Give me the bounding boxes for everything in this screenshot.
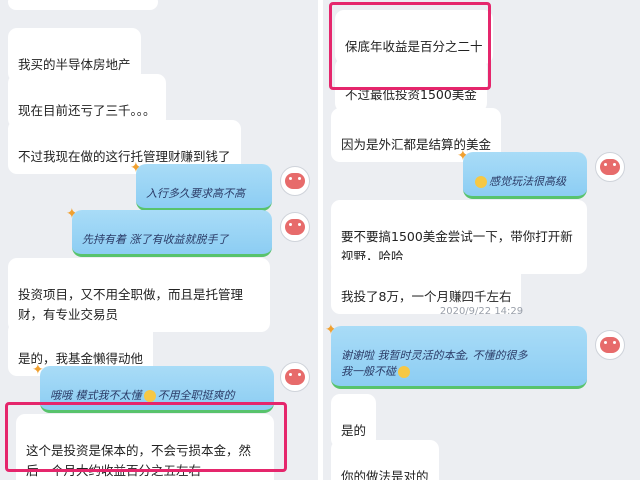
message-text: 要不要搞1500美金尝试一下，带你打开新 视野，哈哈 xyxy=(341,229,573,264)
timestamp: 2020/9/22 14:29 xyxy=(439,306,524,317)
avatar-face-icon xyxy=(285,219,305,235)
message-text: 感觉玩法很高级 xyxy=(489,175,566,188)
self-message-bubble: 谢谢啦 我暂时灵活的本金, 不懂的很多 我一般不碰 xyxy=(331,326,587,389)
message-text: 我投了8万，一个月赚四千左右 xyxy=(341,289,512,304)
avatar-face-icon xyxy=(600,159,620,175)
message-text: 投资项目，又不用全职做，而且是托管理 财，有专业交易员 xyxy=(18,287,244,322)
message-text: 你的做法是对的 xyxy=(341,469,429,480)
avatar-face-icon xyxy=(600,337,620,353)
chat-panel-left: 我买的半导体房地产 现在目前还亏了三千。。。 不过我现在做的这行托管理财赚到钱了… xyxy=(0,0,318,480)
message-bubble: 你的做法是对的 xyxy=(331,440,439,480)
message-text: 谢谢啦 我暂时灵活的本金, 不懂的很多 我一般不碰 xyxy=(341,349,528,378)
message-text: 哦哦 模式我不太懂 xyxy=(50,389,142,402)
message-text: 先持有着 涨了有收益就脱手了 xyxy=(82,233,229,246)
message-bubble-clipped xyxy=(8,0,158,10)
user-avatar[interactable] xyxy=(280,212,310,242)
user-avatar[interactable] xyxy=(280,362,310,392)
user-avatar[interactable] xyxy=(280,166,310,196)
avatar-face-icon xyxy=(285,369,305,385)
self-message-bubble: 感觉玩法很高级 xyxy=(463,152,587,199)
message-text: 不用全职挺爽的 xyxy=(157,389,235,402)
self-message-bubble: 入行多久要求高不高 xyxy=(136,164,272,211)
message-text: 不过我现在做的这行托管理财赚到钱了 xyxy=(18,149,231,164)
laugh-emoji-icon xyxy=(143,390,156,402)
message-bubble: 投资项目，又不用全职做，而且是托管理 财，有专业交易员 xyxy=(8,258,270,332)
message-text: 现在目前还亏了三千。。。 xyxy=(18,103,156,118)
smile-emoji-icon xyxy=(398,366,410,378)
highlight-box xyxy=(329,2,491,90)
user-avatar[interactable] xyxy=(595,152,625,182)
sweat-emoji-icon xyxy=(475,176,487,188)
message-text: 是的 xyxy=(341,423,367,438)
user-avatar[interactable] xyxy=(595,330,625,360)
avatar-face-icon xyxy=(285,173,305,189)
self-message-bubble: 先持有着 涨了有收益就脱手了 xyxy=(72,210,272,257)
highlight-box xyxy=(5,402,287,472)
message-text: 入行多久要求高不高 xyxy=(146,187,245,200)
message-text: 我买的半导体房地产 xyxy=(18,57,131,72)
chat-panel-right: 保底年收益是百分之二十 不过最低投资1500美金 因为是外汇都是结算的美金 ✦ … xyxy=(323,0,640,480)
